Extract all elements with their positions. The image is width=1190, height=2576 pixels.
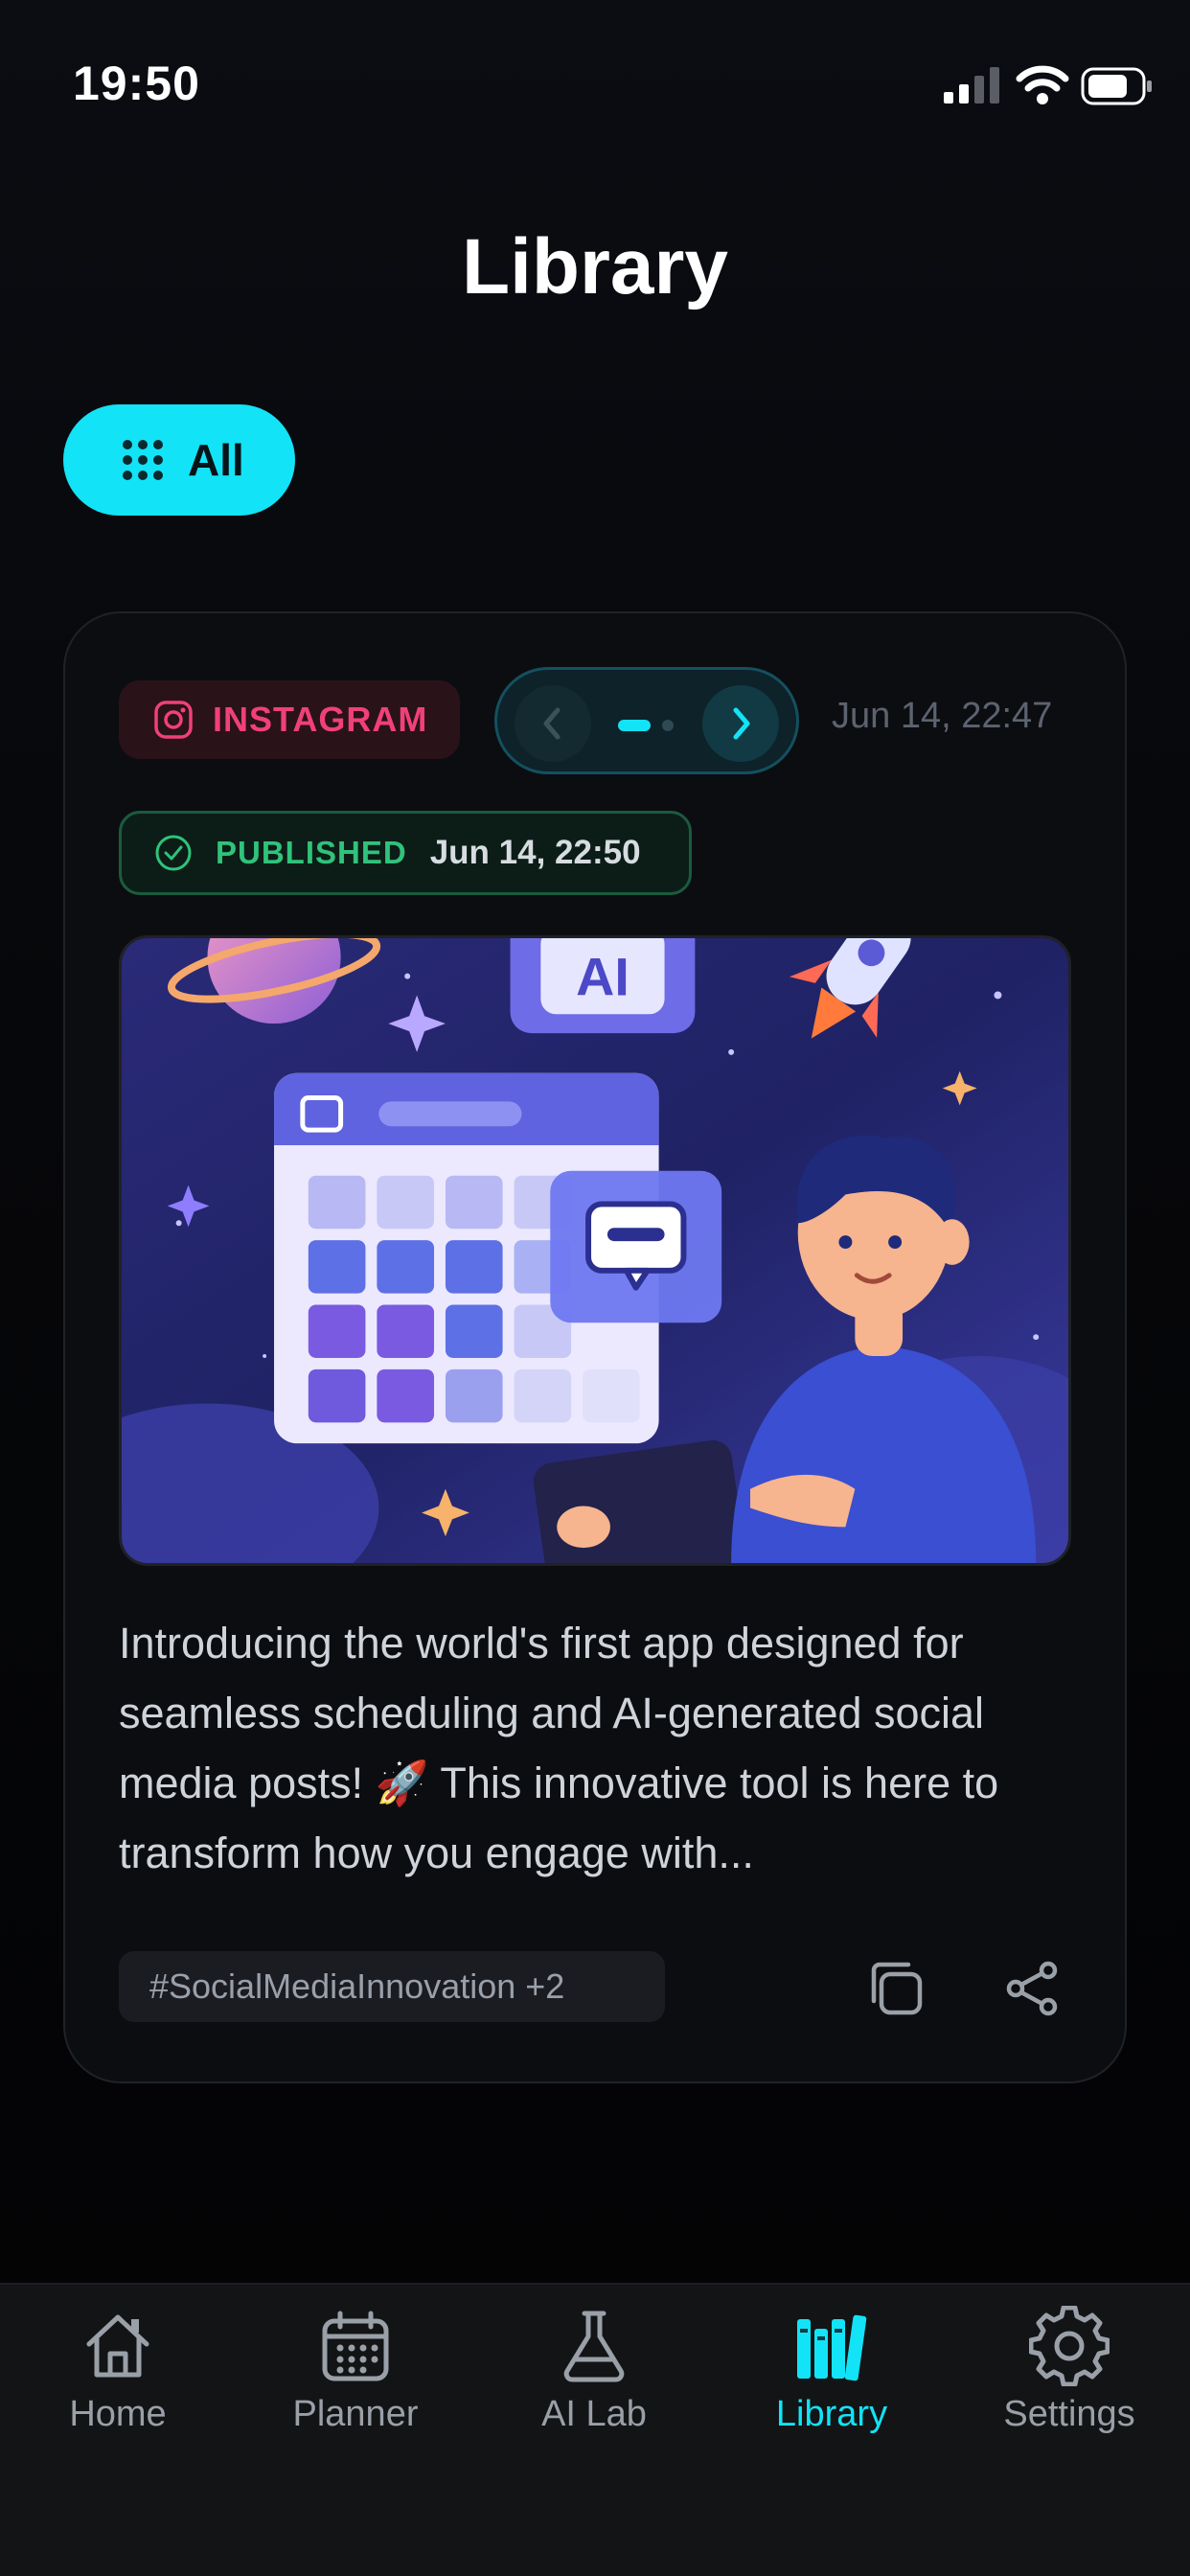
pager-prev-button[interactable] [515, 685, 591, 762]
share-button[interactable] [996, 1953, 1067, 2024]
library-icon [797, 2314, 867, 2381]
tab-settings[interactable]: Settings [954, 2306, 1184, 2450]
post-card[interactable]: INSTAGRAM Jun 14, 22:47 PUBLISHED Jun 14… [63, 611, 1127, 2083]
pager-dot [662, 720, 674, 731]
home-icon [86, 2314, 149, 2378]
status-label: PUBLISHED [216, 835, 407, 870]
signal-icon [944, 67, 999, 104]
tab-settings-label: Settings [1003, 2394, 1135, 2434]
flask-icon [563, 2311, 625, 2382]
tab-library-label: Library [775, 2394, 888, 2434]
tab-home-label: Home [69, 2394, 167, 2434]
copy-icon [871, 1962, 923, 2015]
platform-label: INSTAGRAM [213, 700, 428, 739]
page-title: Library [462, 223, 728, 310]
post-image[interactable]: AI [119, 935, 1071, 1566]
tab-home[interactable]: Home [3, 2306, 233, 2450]
grid-icon [123, 440, 163, 480]
wifi-icon [1016, 65, 1069, 104]
image-ai-text: AI [576, 948, 629, 1007]
hashtag-chip[interactable]: #SocialMediaInnovation +2 [119, 1951, 665, 2022]
post-illustration: AI [122, 938, 1068, 1563]
gear-icon [1029, 2306, 1110, 2386]
filter-all-label: All [188, 435, 244, 485]
post-created-date: Jun 14, 22:47 [832, 696, 1053, 736]
pager-dot-active [618, 720, 651, 731]
chevron-left-icon [543, 707, 561, 740]
instagram-icon [154, 701, 193, 739]
tab-planner-label: Planner [292, 2394, 419, 2434]
share-icon [1006, 1961, 1058, 2016]
check-circle-icon [155, 835, 192, 871]
copy-button[interactable] [860, 1953, 931, 2024]
filter-all-chip[interactable]: All [63, 404, 295, 516]
battery-icon [1081, 67, 1152, 105]
platform-badge: INSTAGRAM [119, 680, 460, 759]
status-bar: 19:50 [0, 0, 1190, 144]
post-caption: Introducing the world's first app design… [119, 1619, 999, 1877]
tab-ai-lab[interactable]: AI Lab [479, 2306, 709, 2450]
tab-bar: Home Planner AI Lab Library Settings [0, 2283, 1190, 2576]
tab-planner[interactable]: Planner [240, 2306, 470, 2450]
status-badge: PUBLISHED Jun 14, 22:50 [119, 811, 692, 895]
calendar-icon [322, 2311, 389, 2381]
tab-library[interactable]: Library [717, 2306, 947, 2450]
status-time: Jun 14, 22:50 [429, 834, 641, 871]
chevron-right-icon [733, 707, 750, 740]
status-time: 19:50 [73, 57, 200, 110]
image-pager [494, 667, 799, 774]
pager-next-button[interactable] [702, 685, 779, 762]
tab-ai-lab-label: AI Lab [541, 2394, 647, 2434]
